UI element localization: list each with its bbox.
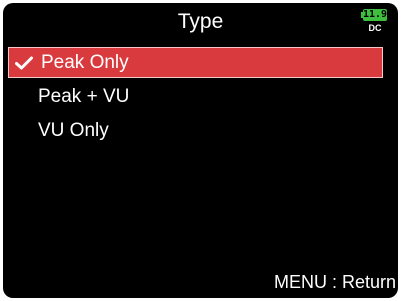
menu-item-label: Peak + VU bbox=[38, 85, 130, 107]
battery-level: 11.9 bbox=[363, 9, 388, 21]
menu-item-label: VU Only bbox=[38, 119, 109, 141]
return-hint: MENU : Return bbox=[273, 272, 396, 292]
power-source-label: DC bbox=[368, 23, 382, 33]
menu-item-vu-only[interactable]: VU Only bbox=[3, 115, 398, 146]
menu-item-peak-only[interactable]: Peak Only bbox=[8, 47, 383, 78]
header: Type 11.9 DC bbox=[3, 3, 398, 43]
page-title: Type bbox=[177, 10, 224, 33]
menu-list: Peak Only Peak + VU VU Only bbox=[3, 47, 398, 149]
device-screen: Type 11.9 DC Peak Only Peak + VU VU Only… bbox=[3, 3, 398, 298]
battery-icon: 11.9 DC bbox=[361, 9, 389, 37]
menu-item-label: Peak Only bbox=[41, 51, 129, 73]
menu-item-peak-vu[interactable]: Peak + VU bbox=[3, 81, 398, 112]
checkmark-icon bbox=[9, 56, 41, 70]
